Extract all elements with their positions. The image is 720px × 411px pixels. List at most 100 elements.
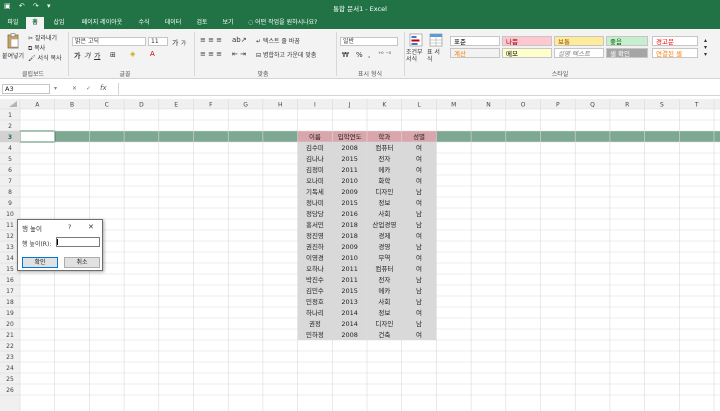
table-cell[interactable]: 여 [416, 308, 422, 317]
confirm-entry-icon[interactable]: ✓ [86, 85, 91, 92]
table-cell[interactable]: 사회 [378, 209, 390, 218]
column-header-E[interactable]: E [174, 102, 178, 109]
table-cell[interactable]: 오하나 [306, 264, 324, 273]
conditional-format-icon[interactable] [409, 33, 423, 47]
table-cell[interactable]: 2018 [341, 232, 358, 240]
column-header-H[interactable]: H [278, 102, 283, 109]
table-cell[interactable]: 남 [416, 242, 422, 251]
row-header-21[interactable]: 21 [6, 332, 14, 339]
row-header-10[interactable]: 10 [6, 211, 14, 218]
table-cell[interactable]: 여 [416, 330, 422, 339]
table-cell[interactable]: 메카 [378, 165, 390, 174]
table-cell[interactable]: 남 [416, 286, 422, 295]
cut-button[interactable]: ✂ 잘라내기 [28, 33, 57, 42]
style-check-cell[interactable]: 셀 확인 [606, 48, 648, 58]
table-cell[interactable]: 권정 [309, 319, 321, 328]
table-cell[interactable]: 2015 [341, 199, 358, 207]
table-cell[interactable]: 기독세 [306, 187, 324, 196]
column-header-T[interactable]: T [694, 102, 699, 109]
table-cell[interactable]: 민정호 [306, 297, 324, 306]
align-top-icons[interactable]: ≡ ≡ ≡ [200, 36, 222, 44]
bold-button[interactable]: 가 [74, 51, 80, 61]
table-header-cell[interactable]: 성별 [413, 132, 425, 141]
table-cell[interactable]: 컴퓨터 [375, 264, 393, 273]
table-cell[interactable]: 남 [416, 220, 422, 229]
row-header-1[interactable]: 1 [8, 112, 12, 119]
tab-insert[interactable]: 삽입 [48, 17, 70, 29]
shrink-font-button[interactable]: 가 [181, 39, 186, 47]
copy-button[interactable]: ⧉ 복사 [28, 43, 45, 53]
conditional-format-button[interactable]: 조건부 서식 [406, 49, 428, 63]
comma-button[interactable]: , [368, 51, 370, 59]
row-height-input[interactable] [56, 237, 100, 247]
table-cell[interactable]: 2010 [341, 254, 358, 262]
row-header-24[interactable]: 24 [6, 365, 14, 372]
number-format-combo[interactable]: 일반 [340, 37, 398, 46]
row-header-3[interactable]: 3 [8, 134, 12, 141]
tab-review[interactable]: 검토 [192, 17, 212, 29]
paste-icon[interactable] [6, 33, 20, 49]
tab-page-layout[interactable]: 페이지 레이아웃 [74, 17, 130, 29]
tab-formulas[interactable]: 수식 [134, 17, 154, 29]
row-header-11[interactable]: 11 [6, 222, 14, 229]
table-cell[interactable]: 경영 [378, 242, 390, 251]
table-cell[interactable]: 2011 [341, 276, 358, 284]
column-header-S[interactable]: S [660, 102, 664, 109]
table-cell[interactable]: 2008 [341, 144, 358, 152]
font-name-combo[interactable]: 맑은 고딕 [72, 37, 146, 46]
row-header-5[interactable]: 5 [8, 156, 12, 163]
indent-icon[interactable]: ⇤ ⇥ [232, 50, 246, 58]
column-header-F[interactable]: F [209, 102, 213, 109]
column-header-M[interactable]: M [451, 102, 456, 109]
row-header-13[interactable]: 13 [6, 244, 14, 251]
column-header-R[interactable]: R [625, 102, 629, 109]
table-cell[interactable]: 여 [416, 198, 422, 207]
table-cell[interactable]: 2015 [341, 155, 358, 163]
active-cell-a3[interactable] [19, 130, 56, 143]
table-format-icon[interactable] [429, 33, 443, 47]
table-header-cell[interactable]: 학과 [378, 132, 390, 141]
table-cell[interactable]: 하나리 [306, 308, 324, 317]
row-header-15[interactable]: 15 [6, 266, 14, 273]
table-cell[interactable]: 건축 [378, 330, 390, 339]
table-cell[interactable]: 경제 [378, 231, 390, 240]
table-cell[interactable]: 2018 [341, 221, 358, 229]
row-header-6[interactable]: 6 [8, 167, 12, 174]
column-header-P[interactable]: P [556, 102, 560, 109]
font-color-icon[interactable]: A [150, 50, 155, 58]
table-cell[interactable]: 민하정 [306, 330, 324, 339]
table-cell[interactable]: 2013 [341, 298, 358, 306]
table-cell[interactable]: 이영경 [306, 253, 324, 262]
row-header-20[interactable]: 20 [6, 321, 14, 328]
table-cell[interactable]: 2016 [341, 210, 358, 218]
column-header-I[interactable]: I [314, 102, 316, 109]
wrap-text-button[interactable]: ↵ 텍스트 줄 바꿈 [256, 36, 300, 45]
table-cell[interactable]: 여 [416, 253, 422, 262]
name-box-dropdown-icon[interactable]: ▾ [54, 85, 57, 92]
table-cell[interactable]: 김나나 [306, 154, 324, 163]
table-cell[interactable]: 무역 [378, 253, 390, 262]
table-header-cell[interactable]: 이름 [309, 132, 321, 141]
decimal-icons[interactable]: ⁺⁰ ⁻⁰ [378, 51, 391, 58]
row-header-2[interactable]: 2 [8, 123, 12, 130]
table-cell[interactable]: 전자 [378, 275, 390, 284]
row-header-8[interactable]: 8 [8, 189, 12, 196]
table-cell[interactable]: 메카 [378, 286, 390, 295]
row-header-7[interactable]: 7 [8, 178, 12, 185]
style-normal[interactable]: 표준 [450, 36, 500, 46]
italic-button[interactable]: 가 [84, 51, 90, 61]
merge-center-button[interactable]: ⊟ 병합하고 가운데 맞춤 [256, 50, 316, 59]
table-cell[interactable]: 정당당 [306, 209, 324, 218]
table-cell[interactable]: 2009 [341, 188, 358, 196]
row-header-18[interactable]: 18 [6, 299, 14, 306]
table-header-cell[interactable]: 입학연도 [338, 132, 362, 141]
table-cell[interactable]: 정보 [378, 198, 390, 207]
column-header-G[interactable]: G [243, 102, 248, 109]
table-cell[interactable]: 여 [416, 165, 422, 174]
column-header-N[interactable]: N [486, 102, 491, 109]
row-header-14[interactable]: 14 [6, 255, 14, 262]
table-cell[interactable]: 컴퓨터 [375, 143, 393, 152]
cancel-entry-icon[interactable]: ✕ [72, 85, 77, 92]
font-size-combo[interactable]: 11 [148, 37, 168, 46]
format-painter-button[interactable]: 🖌 서식 복사 [28, 53, 62, 62]
